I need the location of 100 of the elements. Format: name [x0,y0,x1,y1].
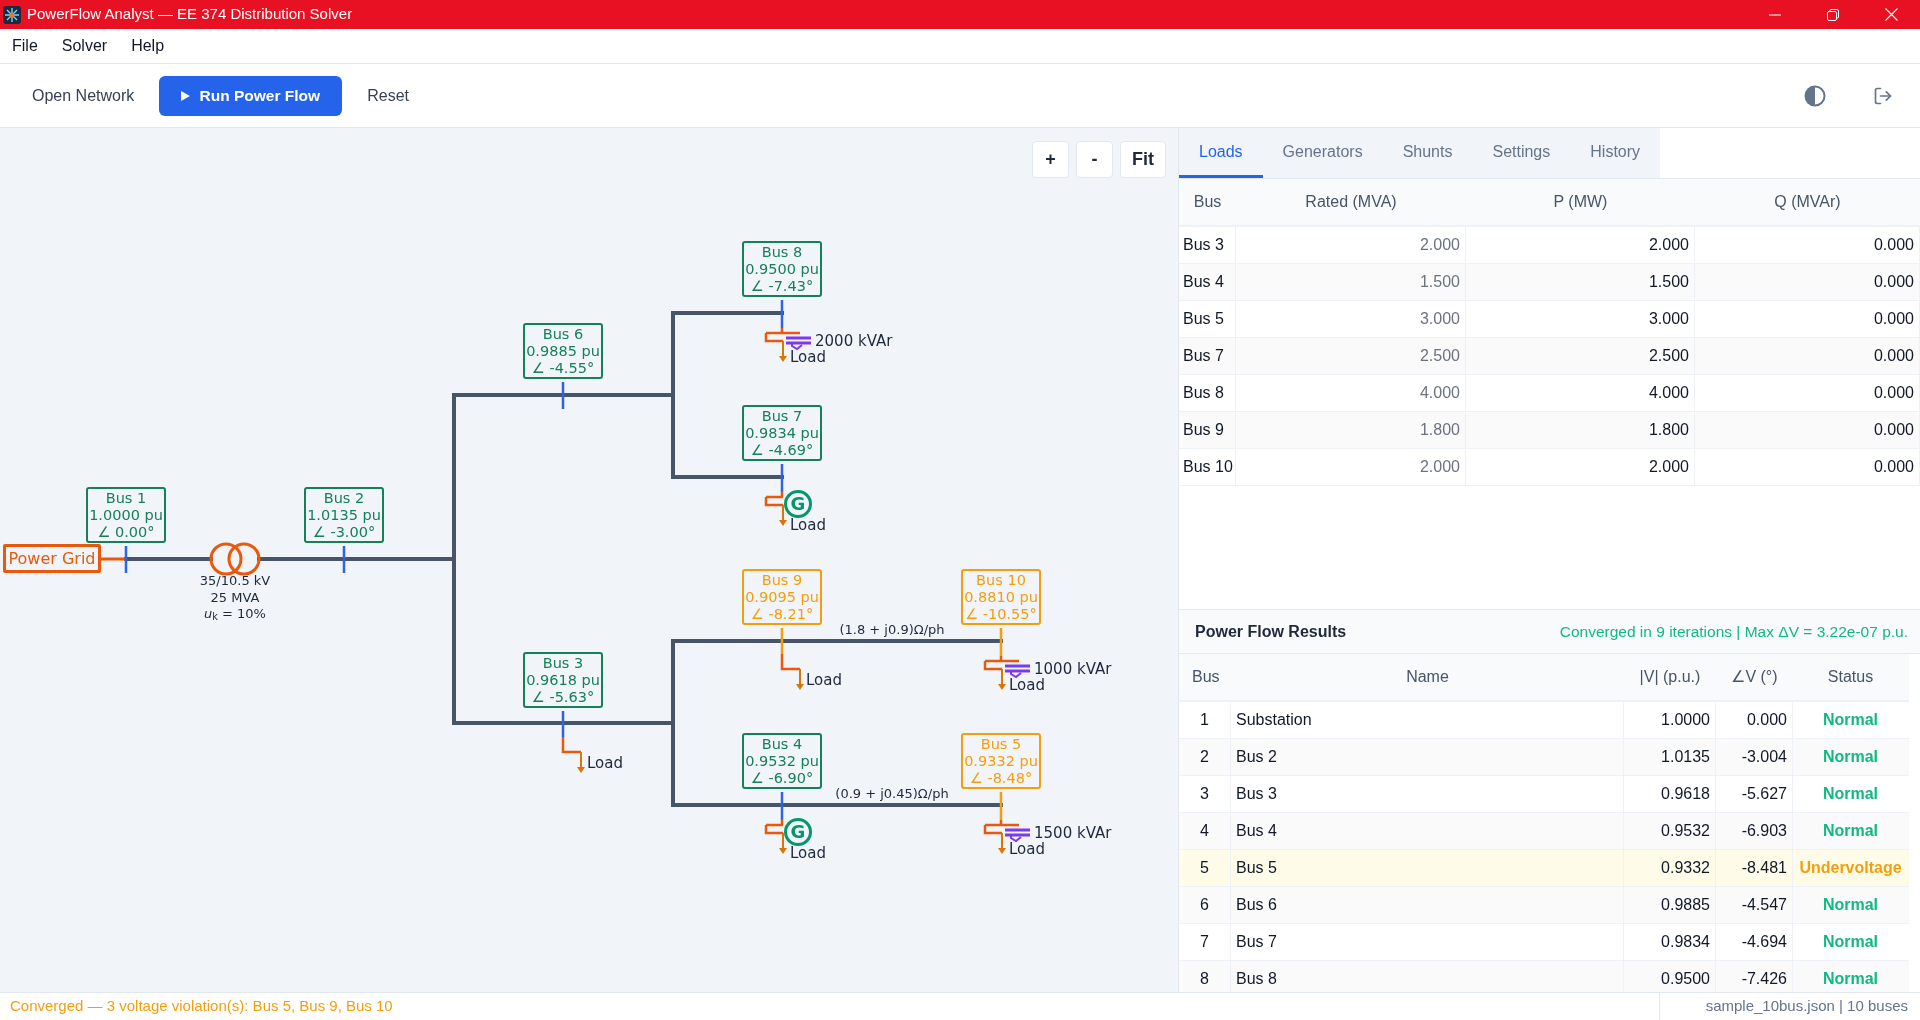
source-node: Power Grid [3,544,101,573]
table-cell: -5.627 [1716,776,1793,812]
panel-tab[interactable]: Generators [1262,128,1383,178]
generator-symbol: G [784,818,812,846]
bus-angle: ∠ -7.43° [750,277,814,295]
table-cell: Bus 8 [1179,375,1236,411]
load-arrow-icon [561,737,585,773]
status-cell-text: Undervoltage [1798,858,1903,878]
panel-tab[interactable]: Shunts [1382,128,1473,178]
table-cell: Bus 3 [1179,227,1236,263]
transformer-label: 25 MVA [210,589,260,606]
table-cell: 2.000 [1466,227,1695,263]
transformer-label: 35/10.5 kV [199,573,271,590]
close-icon [1884,8,1898,21]
bus-angle: ∠ -4.69° [750,441,814,459]
load-label: Load [1009,842,1045,857]
bus-voltage: 0.9332 pu [964,752,1038,770]
panel-tab[interactable]: History [1570,128,1661,178]
table-cell: Bus 5 [1231,850,1624,886]
panel-tab[interactable]: Settings [1472,128,1571,178]
table-cell: Bus 7 [1231,924,1624,960]
menu-item[interactable]: Help [119,29,177,63]
app-logo-icon [3,5,21,24]
column-header: Bus [1191,667,1221,687]
bus-tap-line [342,546,346,573]
table-cell: 4.000 [1466,375,1695,411]
table-cell: 4 [1179,813,1231,849]
bus-voltage: 0.8810 pu [964,588,1038,606]
status-cell-text: Normal [1821,969,1880,989]
table-cell: Bus 2 [1231,739,1624,775]
table-cell: 0.9332 [1624,850,1716,886]
run-button[interactable]: Run Power Flow [159,75,343,116]
table-cell: 4.000 [1236,375,1466,411]
table-cell: Bus 6 [1231,887,1624,923]
menu-item[interactable]: File [0,29,50,63]
table-cell: Bus 4 [1231,813,1624,849]
bus-name: Bus 7 [761,407,803,425]
bus-name: Bus 9 [761,571,803,589]
convergence-summary: Converged in 9 iterations | Max ΔV = 3.22e-07 p.u. [1559,621,1908,642]
transformer-label: u$_{k}$ = 10% [204,606,266,623]
bus-tap-line [124,546,128,573]
zoom-control-button[interactable]: + [1032,141,1069,178]
logout-icon[interactable] [1873,85,1893,106]
table-cell: 0.9834 [1624,924,1716,960]
table-cell: 5 [1179,850,1231,886]
bus-angle: ∠ -4.55° [531,359,595,377]
column-header: Rated (MVA) [1304,192,1398,212]
column-header: Status [1826,667,1875,687]
capacitor-icon [1005,828,1030,843]
table-cell: Substation [1231,702,1624,738]
load-label: Load [806,673,842,688]
bus-tap-line [999,792,1003,820]
bus-voltage: 0.9095 pu [745,588,819,606]
bus-voltage: 0.9885 pu [526,342,600,360]
bus-angle: ∠ 0.00° [97,523,155,541]
load-arrow-icon [764,490,787,526]
status-message: Converged — 3 voltage violation(s): Bus 5, Bus 9, Bus 10 [9,996,393,1017]
table-cell: 0.000 [1695,264,1920,300]
table-cell: 0.000 [1695,449,1920,485]
toolbar-button[interactable]: Open Network [20,75,147,116]
bus-tap-line [780,792,784,820]
table-cell: -4.547 [1716,887,1793,923]
column-header: P (MW) [1552,192,1609,212]
table-cell: -3.004 [1716,739,1793,775]
bus-name: Bus 6 [542,325,584,343]
bus-tap-line [780,464,784,492]
menu-item[interactable]: Solver [49,29,120,63]
column-header: Bus [1192,192,1223,212]
status-cell-text: Normal [1821,895,1880,915]
column-header: Name [1405,667,1450,687]
table-cell: 1.800 [1466,412,1695,448]
table-cell: 2 [1179,739,1231,775]
toolbar-button[interactable]: Reset [355,75,422,116]
bus-angle: ∠ -10.55° [965,605,1037,623]
table-cell: 0.9885 [1624,887,1716,923]
bus-angle: ∠ -8.21° [750,605,814,623]
table-cell: 3.000 [1466,301,1695,337]
table-cell: 1.800 [1236,412,1466,448]
table-cell: 0.000 [1716,702,1793,738]
status-cell-text: Normal [1821,784,1880,804]
bus-voltage: 0.9834 pu [745,424,819,442]
bus-tap-line [999,628,1003,656]
table-cell: 0.000 [1695,227,1920,263]
play-icon [181,90,191,101]
capacitor-icon [786,336,811,351]
zoom-control-button[interactable]: - [1076,141,1113,178]
status-cell-text: Normal [1821,747,1880,767]
load-label: Load [587,756,623,771]
table-cell: 0.000 [1695,375,1920,411]
contrast-icon[interactable] [1804,84,1826,107]
bus-angle: ∠ -5.63° [531,688,595,706]
line-impedance-label: (0.9 + j0.45)Ω/ph [835,786,949,800]
load-arrow-icon [780,654,804,690]
bus-voltage: 1.0135 pu [307,506,381,524]
restore-icon [1827,8,1839,21]
table-cell: 2.000 [1236,227,1466,263]
load-arrow-icon [764,818,787,854]
bus-angle: ∠ -6.90° [750,769,814,787]
zoom-control-button[interactable]: Fit [1120,141,1166,178]
source-feed-line [101,557,126,561]
